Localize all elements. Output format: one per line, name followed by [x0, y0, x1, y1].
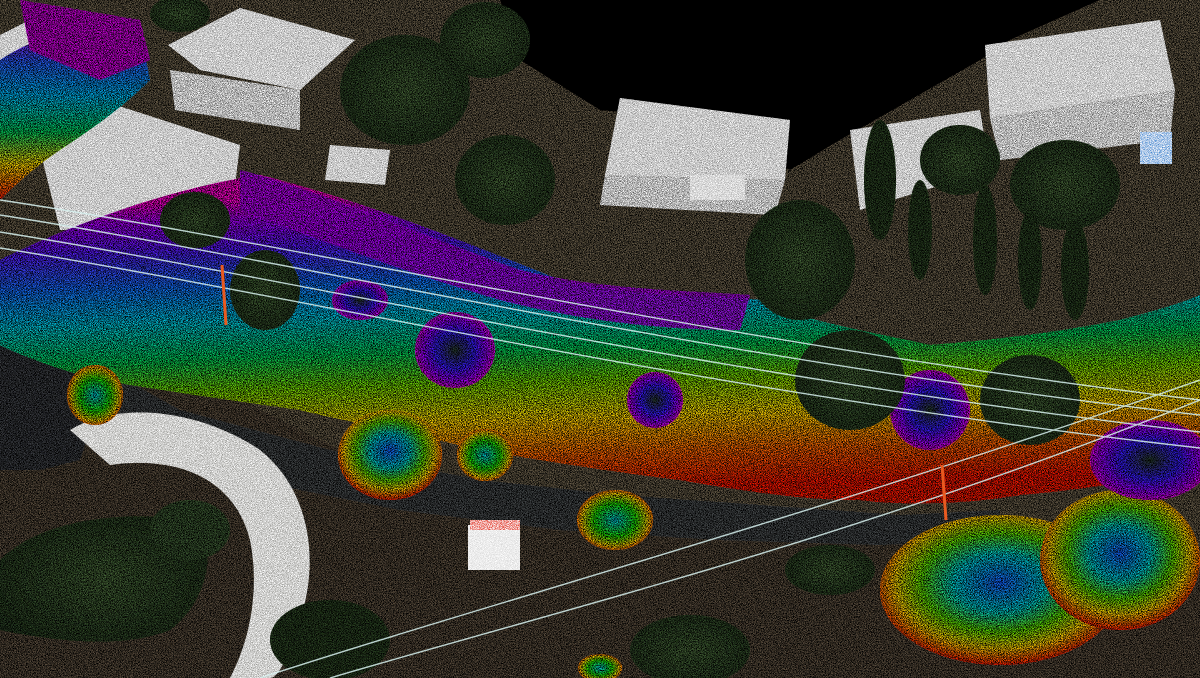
tree-crown: [627, 372, 683, 428]
blue-tarp: [1140, 132, 1172, 164]
tree-crown: [338, 410, 442, 500]
tree-crown: [577, 490, 653, 550]
small-shed: [468, 525, 520, 570]
tree-crown: [67, 365, 123, 425]
shed-roof: [325, 145, 390, 185]
point-cloud-scene: [0, 0, 1200, 678]
tree-crown: [457, 429, 513, 481]
tree-crown: [1040, 490, 1200, 630]
tree-crown: [415, 312, 495, 388]
